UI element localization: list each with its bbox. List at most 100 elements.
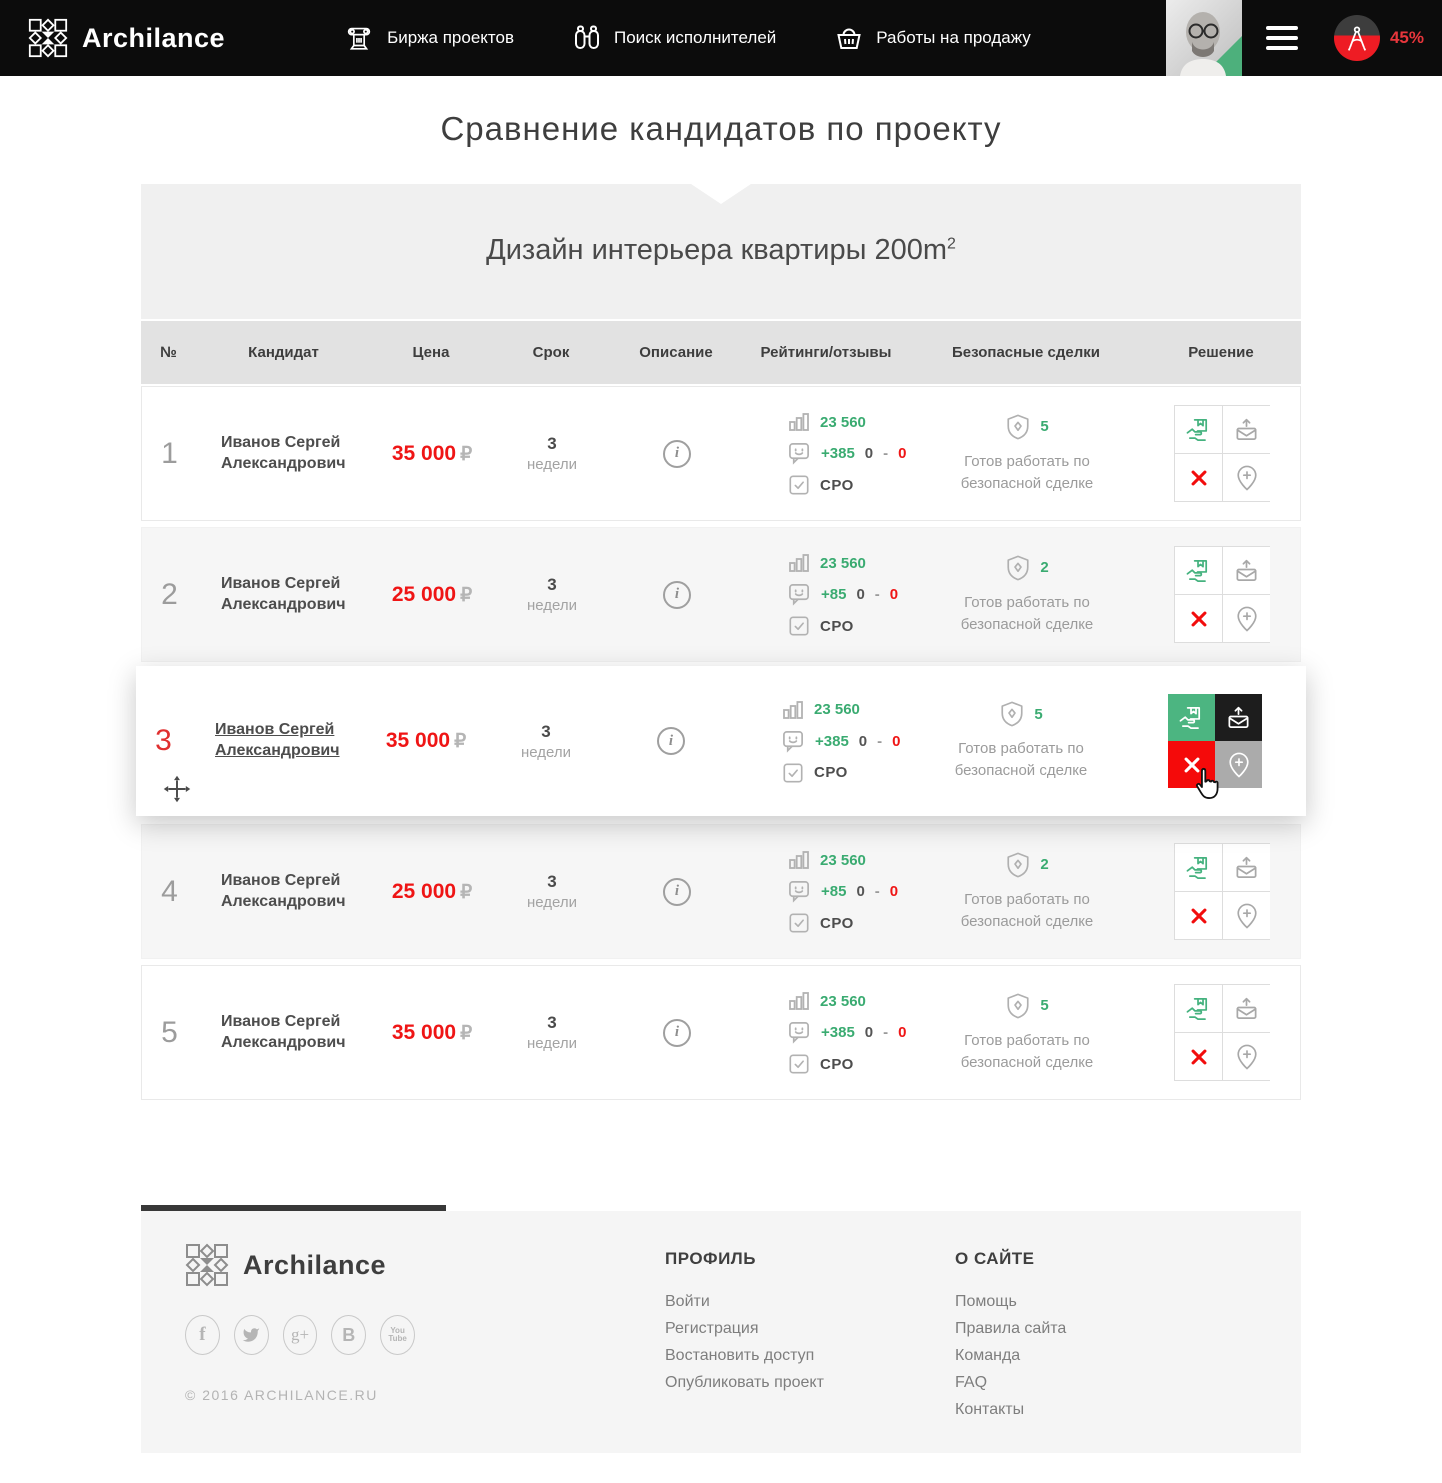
term-value: 3 — [492, 575, 612, 595]
accept-deal-button[interactable] — [1175, 985, 1222, 1032]
accept-deal-button[interactable] — [1175, 844, 1222, 891]
footer-link-contacts[interactable]: Контакты — [955, 1401, 1185, 1419]
description-cell: i — [612, 581, 742, 609]
twitter-icon[interactable] — [234, 1315, 269, 1355]
accept-deal-button[interactable] — [1175, 547, 1222, 594]
reject-button[interactable] — [1175, 595, 1222, 642]
footer-link-help[interactable]: Помощь — [955, 1293, 1185, 1311]
send-message-button[interactable] — [1215, 694, 1262, 741]
info-icon[interactable]: i — [663, 581, 691, 609]
facebook-icon[interactable]: f — [185, 1315, 220, 1355]
safe-deals-count-line: 5 — [912, 992, 1142, 1020]
info-icon[interactable]: i — [663, 440, 691, 468]
rating-separator: - — [883, 1024, 888, 1041]
binoculars-icon — [572, 23, 602, 53]
add-location-button[interactable] — [1223, 454, 1270, 501]
main-menu: Биржа проектов Поиск исполнителей Работы… — [343, 22, 1031, 54]
decision-cell — [1142, 984, 1302, 1081]
footer-link-faq[interactable]: FAQ — [955, 1374, 1185, 1392]
views-line: 23 560 — [782, 699, 906, 721]
hamburger-menu-icon[interactable] — [1266, 26, 1298, 50]
views-count: 23 560 — [820, 555, 866, 572]
row-number: 1 — [142, 437, 197, 471]
rating-positive: +385 — [815, 733, 849, 750]
reject-button[interactable] — [1175, 892, 1222, 939]
user-avatar[interactable] — [1166, 0, 1242, 76]
decision-cell — [1142, 843, 1302, 940]
header-decision: Решение — [1141, 344, 1301, 361]
reviews-line: +3850-0 — [788, 442, 912, 465]
views-line: 23 560 — [788, 849, 912, 871]
nav-item-find-performers[interactable]: Поиск исполнителей — [572, 23, 776, 53]
table-row: 2 Иванов Сергей Александрович 25 000₽ 3н… — [141, 527, 1301, 662]
vk-glyph: В — [342, 1325, 355, 1346]
safe-deals-count: 2 — [1040, 559, 1048, 576]
reject-button[interactable] — [1175, 454, 1222, 501]
project-band: Дизайн интерьера квартиры 200m2 — [141, 184, 1301, 319]
footer-link-login[interactable]: Войти — [665, 1293, 895, 1311]
add-location-button[interactable] — [1215, 741, 1262, 788]
accept-deal-button[interactable] — [1175, 406, 1222, 453]
close-icon — [1189, 609, 1209, 629]
nav-item-projects-exchange[interactable]: Биржа проектов — [343, 22, 514, 54]
footer-brand[interactable]: Archilance — [185, 1243, 415, 1287]
safe-deals-cell: 5 Готов работать по безопасной сделке — [912, 992, 1142, 1074]
candidate-name-link[interactable]: Иванов Сергей Александрович — [221, 574, 372, 616]
safe-deal-text: Готов работать по безопасной сделке — [940, 1030, 1115, 1074]
info-icon[interactable]: i — [657, 727, 685, 755]
decision-buttons — [1174, 405, 1270, 502]
progress-percent: 45% — [1390, 28, 1424, 48]
sro-line: СРО — [782, 762, 906, 784]
candidate-name-link[interactable]: Иванов Сергей Александрович — [221, 1012, 372, 1054]
profile-progress-badge[interactable]: 45% — [1334, 15, 1424, 61]
google-plus-icon[interactable]: g+ — [283, 1315, 318, 1355]
table-row-active[interactable]: 3 Иванов Сергей Александрович 35 000₽ 3н… — [136, 666, 1306, 816]
youtube-icon[interactable]: You Tube — [380, 1315, 415, 1355]
rating-neutral: 0 — [859, 733, 867, 750]
term-cell: 3недели — [492, 872, 612, 911]
info-icon[interactable]: i — [663, 1019, 691, 1047]
term-cell: 3недели — [492, 575, 612, 614]
facebook-glyph: f — [199, 1324, 205, 1346]
rating-negative: 0 — [892, 733, 900, 750]
add-location-button[interactable] — [1223, 1033, 1270, 1080]
reviews-line: +3850-0 — [782, 730, 906, 753]
footer-link-restore-access[interactable]: Востановить доступ — [665, 1347, 895, 1365]
price-cell: 35 000₽ — [372, 1021, 492, 1045]
brand-logo[interactable]: Archilance — [28, 18, 225, 58]
candidate-name-link[interactable]: Иванов Сергей Александрович — [221, 871, 372, 913]
nav-label: Биржа проектов — [387, 28, 514, 48]
send-message-button[interactable] — [1223, 406, 1270, 453]
vk-icon[interactable]: В — [331, 1315, 366, 1355]
pin-plus-icon — [1235, 902, 1259, 930]
safe-deals-cell: 2 Готов работать по безопасной сделке — [912, 554, 1142, 636]
reject-button[interactable] — [1175, 1033, 1222, 1080]
footer-column-title: ПРОФИЛЬ — [665, 1249, 895, 1269]
footer-column-title: О САЙТЕ — [955, 1249, 1185, 1269]
nav-item-works-for-sale[interactable]: Работы на продажу — [834, 23, 1031, 53]
add-location-button[interactable] — [1223, 892, 1270, 939]
footer-brand-name: Archilance — [243, 1250, 386, 1281]
candidate-name-link[interactable]: Иванов Сергей Александрович — [221, 433, 372, 475]
send-message-button[interactable] — [1223, 844, 1270, 891]
move-cursor-icon — [162, 774, 192, 804]
footer-link-site-rules[interactable]: Правила сайта — [955, 1320, 1185, 1338]
footer-link-team[interactable]: Команда — [955, 1347, 1185, 1365]
info-icon[interactable]: i — [663, 878, 691, 906]
rating-negative: 0 — [898, 445, 906, 462]
header-safe-deals: Безопасные сделки — [911, 344, 1141, 361]
footer-link-register[interactable]: Регистрация — [665, 1320, 895, 1338]
decision-buttons — [1174, 984, 1270, 1081]
send-message-button[interactable] — [1223, 985, 1270, 1032]
currency-symbol: ₽ — [460, 585, 472, 606]
ratings-cell: 23 560 +850-0 СРО — [742, 552, 912, 637]
send-message-button[interactable] — [1223, 547, 1270, 594]
footer-link-publish-project[interactable]: Опубликовать проект — [665, 1374, 895, 1392]
candidate-name-link[interactable]: Иванов Сергей Александрович — [215, 720, 366, 762]
send-mail-icon — [1226, 705, 1251, 730]
google-plus-glyph: g+ — [291, 1325, 309, 1345]
add-location-button[interactable] — [1223, 595, 1270, 642]
row-number: 4 — [142, 875, 197, 909]
checkbox-icon — [788, 912, 810, 934]
accept-deal-button[interactable] — [1168, 694, 1215, 741]
